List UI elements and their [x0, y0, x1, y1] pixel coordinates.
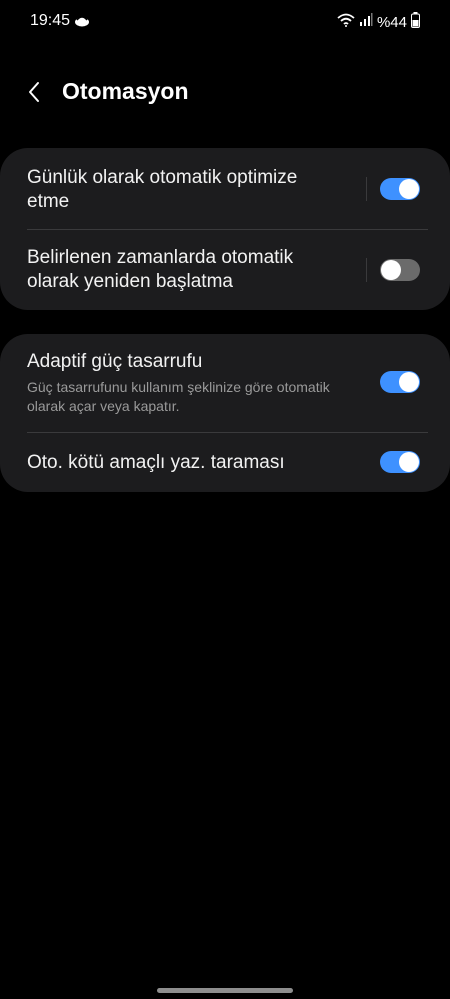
- row-title: Oto. kötü amaçlı yaz. taraması: [27, 452, 285, 473]
- notification-icon: [74, 14, 90, 28]
- battery-text: %44: [376, 13, 407, 31]
- toggle-knob: [399, 179, 419, 199]
- status-bar: 19:45 %44: [0, 0, 450, 44]
- toggle-knob: [399, 452, 419, 472]
- wifi-icon: [337, 13, 355, 31]
- adaptive-power-saving-toggle[interactable]: [380, 371, 420, 393]
- signal-icon: [359, 13, 373, 31]
- toggle-knob: [381, 260, 401, 280]
- adaptive-power-saving-row[interactable]: Adaptif güç tasarrufu Güç tasarrufunu ku…: [0, 334, 450, 432]
- row-title: Adaptif güç tasarrufu: [27, 351, 203, 372]
- row-separator: [366, 258, 367, 282]
- back-button[interactable]: [18, 76, 50, 108]
- row-subtitle: Güç tasarrufunu kullanım şeklinize göre …: [27, 379, 330, 414]
- daily-auto-optimize-toggle[interactable]: [380, 178, 420, 200]
- back-chevron-icon: [29, 82, 39, 102]
- daily-auto-optimize-row[interactable]: Günlük olarak otomatik optimize etme: [0, 148, 450, 230]
- status-icons: %44: [337, 12, 420, 32]
- row-title: Belirlenen zamanlarda otomatik olarak ye…: [27, 247, 294, 292]
- battery-icon: [411, 12, 420, 32]
- status-time: 19:45: [30, 12, 71, 29]
- settings-group-optimization: Günlük olarak otomatik optimize etme Bel…: [0, 148, 450, 310]
- auto-malware-scan-row[interactable]: Oto. kötü amaçlı yaz. taraması: [0, 433, 450, 492]
- page-title: Otomasyon: [62, 78, 189, 104]
- row-title: Günlük olarak otomatik optimize etme: [27, 167, 298, 212]
- app-header: Otomasyon: [0, 70, 450, 114]
- scheduled-restart-toggle[interactable]: [380, 259, 420, 281]
- gesture-nav-handle[interactable]: [157, 988, 293, 993]
- auto-malware-scan-toggle[interactable]: [380, 451, 420, 473]
- settings-group-protection: Adaptif güç tasarrufu Güç tasarrufunu ku…: [0, 334, 450, 492]
- toggle-knob: [399, 372, 419, 392]
- row-separator: [366, 177, 367, 201]
- scheduled-restart-row[interactable]: Belirlenen zamanlarda otomatik olarak ye…: [0, 230, 450, 310]
